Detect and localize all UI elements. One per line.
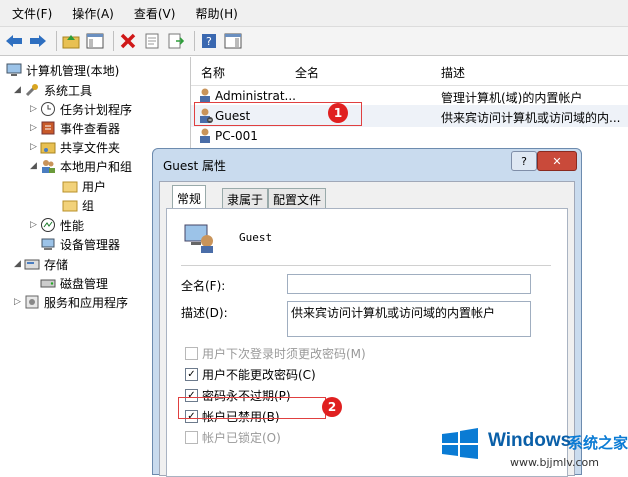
forward-icon[interactable] <box>28 31 48 51</box>
tree-item-services-apps[interactable]: ▷ 服务和应用程序 <box>14 292 128 312</box>
tree-item-event-viewer[interactable]: ▷ 事件查看器 <box>30 118 120 138</box>
close-button[interactable]: ✕ <box>537 151 577 171</box>
back-icon[interactable] <box>4 31 24 51</box>
collapse-arrow-icon[interactable]: ◢ <box>14 259 24 269</box>
list-cell-name: Administrat... <box>215 89 296 103</box>
guest-user-icon <box>183 221 215 256</box>
expand-arrow-icon[interactable]: ▷ <box>30 142 40 152</box>
menu-view[interactable]: 查看(V) <box>122 5 184 22</box>
clock-icon <box>40 101 56 117</box>
account-disabled-highlight-box <box>178 397 326 419</box>
divider <box>181 265 551 266</box>
windows-logo-icon <box>442 428 478 459</box>
svg-text:?: ? <box>206 35 212 48</box>
menu-bar: 文件(F) 操作(A) 查看(V) 帮助(H) <box>0 0 628 26</box>
watermark: Windows 系统之家 www.bjjmlv.com <box>436 418 628 475</box>
tab-general[interactable]: 常规 <box>172 185 207 210</box>
fullname-label: 全名(F): <box>181 279 226 293</box>
list-cell-description: 供来宾访问计算机或访问域的内... <box>441 111 621 125</box>
tree-item-shared-folders[interactable]: ▷ 共享文件夹 <box>30 137 120 157</box>
watermark-brand: Windows <box>488 430 572 451</box>
dialog-title: Guest 属性 <box>163 159 227 173</box>
tree-item-system-tools[interactable]: ◢ 系统工具 <box>14 80 92 100</box>
user-icon <box>197 127 213 146</box>
expand-arrow-icon[interactable]: ▷ <box>30 220 40 230</box>
expand-arrow-icon[interactable]: ▷ <box>30 123 40 133</box>
services-icon <box>24 294 40 310</box>
user-name-label: Guest <box>239 231 273 244</box>
menu-file[interactable]: 文件(F) <box>0 5 60 22</box>
step-badge-1: 1 <box>328 103 348 123</box>
toolbar-separator <box>56 31 57 51</box>
list-cell-description: 管理计算机(域)的内置帐户 <box>441 91 583 105</box>
checkbox-box <box>185 431 198 444</box>
tree-item-computer-management[interactable]: 计算机管理(本地) <box>6 60 119 80</box>
step-badge-2: 2 <box>322 397 342 417</box>
tree-item-storage[interactable]: ◢ 存储 <box>14 254 68 274</box>
tree-item-device-manager[interactable]: 设备管理器 <box>40 234 120 254</box>
event-log-icon <box>40 120 56 136</box>
action-pane-icon[interactable] <box>223 31 243 51</box>
tree-item-performance[interactable]: ▷ 性能 <box>30 215 84 235</box>
tab-member-of[interactable]: 隶属于 <box>222 188 269 209</box>
tree-item-disk-management[interactable]: 磁盘管理 <box>40 273 108 293</box>
tools-icon <box>24 82 40 98</box>
toolbar-separator <box>113 31 114 51</box>
column-header-fullname[interactable]: 全名 <box>295 64 319 81</box>
watermark-site-name: 系统之家 <box>568 434 628 452</box>
up-folder-icon[interactable] <box>61 31 81 51</box>
fullname-input[interactable] <box>287 274 531 294</box>
checkbox-cannot-change-password[interactable]: ✓ 用户不能更改密码(C) <box>185 366 316 383</box>
help-icon[interactable]: ? <box>199 31 219 51</box>
column-header-description[interactable]: 描述 <box>441 64 465 81</box>
menu-action[interactable]: 操作(A) <box>60 5 122 22</box>
toolbar-separator <box>194 31 195 51</box>
checkbox-account-locked: 帐户已锁定(O) <box>185 429 281 446</box>
tree-item-groups[interactable]: 组 <box>62 195 94 215</box>
delete-icon[interactable] <box>118 31 138 51</box>
help-button[interactable]: ? <box>511 151 537 171</box>
properties-icon[interactable] <box>142 31 162 51</box>
computer-icon <box>6 62 22 78</box>
export-list-icon[interactable] <box>166 31 186 51</box>
checkbox-box <box>185 347 198 360</box>
list-cell-name: PC-001 <box>215 129 258 143</box>
tree-item-task-scheduler[interactable]: ▷ 任务计划程序 <box>30 99 132 119</box>
users-group-icon <box>40 158 56 174</box>
disk-icon <box>40 275 56 291</box>
description-label: 描述(D): <box>181 306 228 320</box>
performance-icon <box>40 217 56 233</box>
menu-help[interactable]: 帮助(H) <box>183 5 245 22</box>
collapse-arrow-icon[interactable]: ◢ <box>30 161 40 171</box>
expand-arrow-icon[interactable]: ▷ <box>30 104 40 114</box>
description-input[interactable]: 供来宾访问计算机或访问域的内置帐户 <box>287 301 531 337</box>
device-manager-icon <box>40 236 56 252</box>
list-header: 名称 全名 描述 <box>191 57 628 86</box>
expand-arrow-icon[interactable]: ▷ <box>14 297 24 307</box>
toolbar: ? <box>0 26 628 56</box>
list-row-pc001[interactable]: PC-001 <box>191 125 628 147</box>
tab-profile[interactable]: 配置文件 <box>268 188 327 209</box>
folder-icon <box>62 178 78 194</box>
column-header-name[interactable]: 名称 <box>201 64 225 81</box>
checkbox-must-change-password: 用户下次登录时须更改密码(M) <box>185 345 366 362</box>
checkmark-icon[interactable]: ✓ <box>185 368 198 381</box>
tree-item-local-users-groups[interactable]: ◢ 本地用户和组 <box>30 156 132 176</box>
shared-folder-icon <box>40 139 56 155</box>
tree-item-users[interactable]: 用户 <box>62 176 106 196</box>
storage-icon <box>24 256 40 272</box>
show-tree-icon[interactable] <box>85 31 105 51</box>
watermark-url: www.bjjmlv.com <box>510 456 599 469</box>
folder-icon <box>62 197 78 213</box>
collapse-arrow-icon[interactable]: ◢ <box>14 85 24 95</box>
